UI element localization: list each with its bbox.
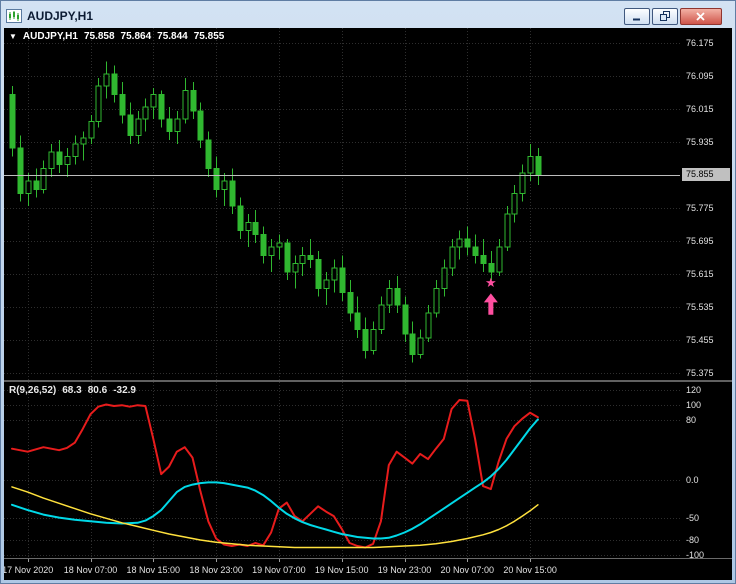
ohlc-open: 75.858 bbox=[83, 31, 115, 42]
price-axis[interactable]: 75.855 76.17576.09576.01575.93575.85575.… bbox=[680, 28, 732, 380]
price-tick-label: 75.615 bbox=[686, 268, 714, 279]
close-button[interactable] bbox=[680, 7, 722, 25]
indicator-subwindow[interactable] bbox=[4, 382, 680, 558]
indicator-header: R(9,26,52) 68.3 80.6 -32.9 bbox=[9, 385, 136, 396]
price-tick-label: 76.175 bbox=[686, 37, 714, 48]
time-tick-label: 20 Nov 07:00 bbox=[440, 565, 495, 575]
indicator-tick-label: 80 bbox=[686, 415, 697, 426]
time-axis-tick bbox=[216, 559, 217, 562]
buy-signal-star-icon: ★ bbox=[485, 275, 497, 290]
price-tick-label: 75.695 bbox=[686, 235, 714, 246]
ohlc-high: 75.864 bbox=[120, 31, 152, 42]
restore-button[interactable] bbox=[652, 7, 678, 25]
indicator-tick-label: 120 bbox=[686, 385, 702, 396]
time-axis-tick bbox=[405, 559, 406, 562]
current-price-badge: 75.855 bbox=[682, 168, 730, 182]
indicator-tick-label: -80 bbox=[686, 535, 700, 546]
indicator-tick-label: 100 bbox=[686, 400, 702, 411]
time-tick-label: 18 Nov 07:00 bbox=[63, 565, 118, 575]
ohlc-symbol: AUDJPY,H1 bbox=[22, 31, 78, 42]
indicator-name: R(9,26,52) bbox=[9, 385, 57, 396]
price-tick-label: 75.775 bbox=[686, 202, 714, 213]
time-tick-label: 19 Nov 15:00 bbox=[314, 565, 369, 575]
time-axis-tick bbox=[530, 559, 531, 562]
time-tick-label: 20 Nov 15:00 bbox=[503, 565, 557, 575]
symbol-dropdown-icon[interactable]: ▼ bbox=[9, 32, 17, 41]
window-titlebar[interactable]: AUDJPY,H1 bbox=[4, 4, 732, 28]
price-tick-label: 75.535 bbox=[686, 301, 714, 312]
time-tick-label: 18 Nov 15:00 bbox=[126, 565, 181, 575]
main-price-chart[interactable]: ★ bbox=[4, 28, 680, 380]
window-title: AUDJPY,H1 bbox=[27, 9, 94, 23]
ohlc-close: 75.855 bbox=[193, 31, 225, 42]
price-tick-label: 75.375 bbox=[686, 367, 714, 378]
candlestick-series bbox=[9, 61, 542, 363]
indicator-value-3: -32.9 bbox=[113, 385, 136, 396]
time-tick-label: 18 Nov 23:00 bbox=[189, 565, 243, 575]
time-tick-label: 17 Nov 2020 bbox=[4, 565, 54, 575]
indicator-grid bbox=[4, 382, 680, 558]
time-tick-label: 19 Nov 07:00 bbox=[252, 565, 306, 575]
ohlc-header: ▼ AUDJPY,H1 75.858 75.864 75.844 75.855 bbox=[9, 31, 224, 42]
indicator-line-r-slow bbox=[11, 486, 539, 549]
minimize-button[interactable] bbox=[624, 7, 650, 25]
chart-window: AUDJPY,H1 ★ ▼ AUDJPY,H1 75.858 75.864 75… bbox=[0, 0, 736, 584]
time-axis[interactable]: 17 Nov 2020 18 Nov 07:00 18 Nov 15:00 18 No… bbox=[4, 558, 732, 580]
ohlc-low: 75.844 bbox=[157, 31, 188, 42]
price-tick-label: 76.015 bbox=[686, 103, 714, 114]
time-axis-tick bbox=[342, 559, 343, 562]
indicator-value-2: 80.6 bbox=[87, 385, 108, 396]
time-axis-tick bbox=[279, 559, 280, 562]
price-tick-label: 76.095 bbox=[686, 70, 714, 81]
price-tick-label: 75.935 bbox=[686, 136, 714, 147]
time-axis-tick bbox=[28, 559, 29, 562]
indicator-line-r-fast bbox=[11, 399, 539, 549]
price-tick-label: 75.455 bbox=[686, 334, 714, 345]
buy-signal-arrow-icon bbox=[483, 293, 498, 315]
indicator-value-1: 68.3 bbox=[62, 385, 82, 396]
indicator-axis[interactable]: 120 100 80 0.0 -50 -80 -100 bbox=[680, 382, 732, 560]
time-axis-tick bbox=[91, 559, 92, 562]
indicator-tick-label: -50 bbox=[686, 512, 700, 523]
chart-window-icon bbox=[6, 9, 22, 23]
time-axis-tick bbox=[153, 559, 154, 562]
indicator-tick-label: 0.0 bbox=[686, 475, 699, 486]
time-axis-tick bbox=[467, 559, 468, 562]
chart-client-area: ★ ▼ AUDJPY,H1 75.858 75.864 75.844 75.85… bbox=[4, 28, 732, 580]
time-tick-label: 19 Nov 23:00 bbox=[377, 565, 432, 575]
